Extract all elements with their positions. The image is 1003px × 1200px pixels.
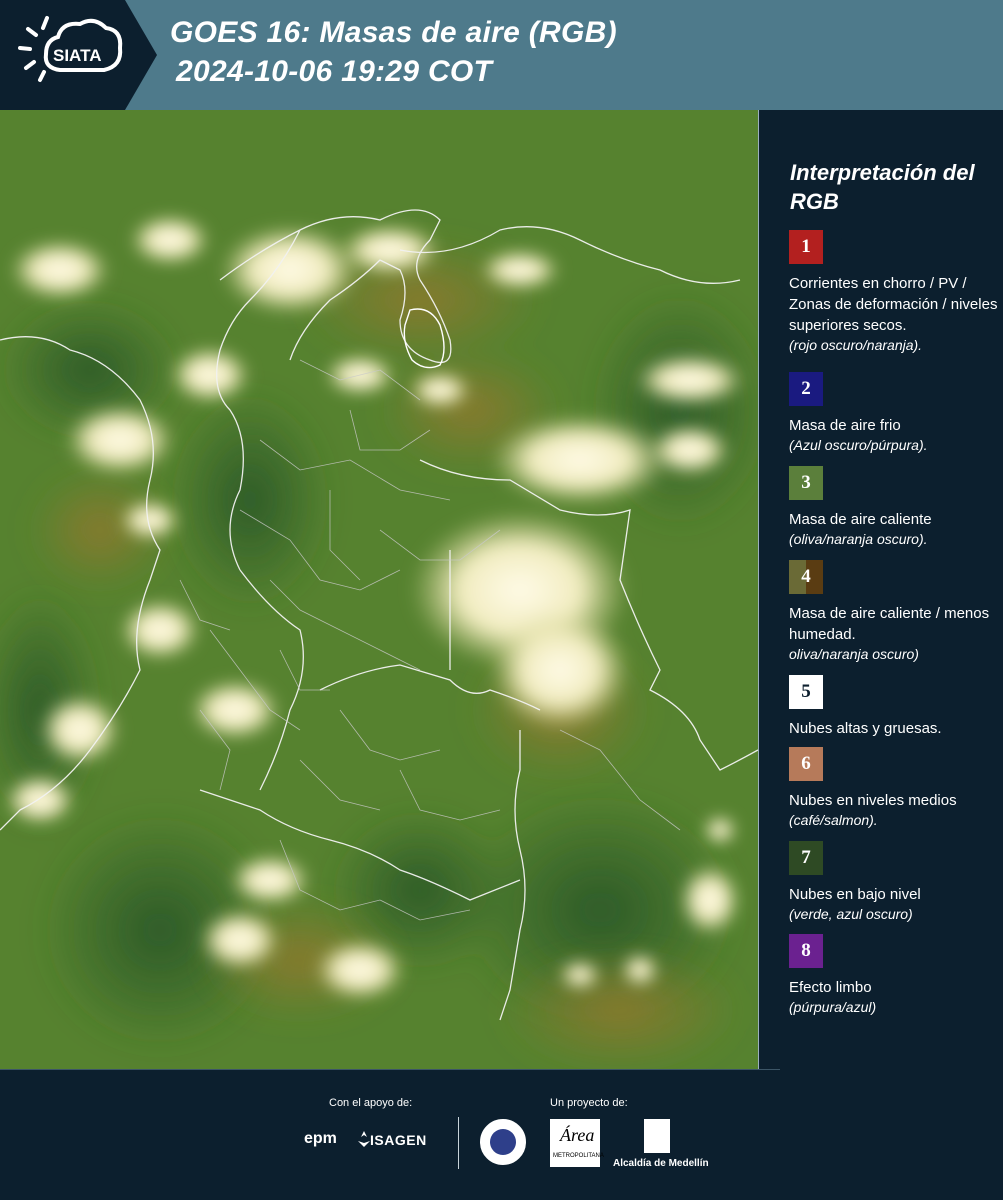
footer: Con el apoyo de: Un proyecto de: epm ISA… [0, 1069, 1003, 1200]
legend-text: Masa de aire frio [789, 417, 901, 434]
legend-text: Nubes en niveles medios [789, 792, 957, 809]
alcaldia-seal-logo [478, 1117, 528, 1167]
header: SIATA GOES 16: Masas de aire (RGB) 2024-… [0, 0, 1003, 110]
footer-divider-line [0, 1069, 780, 1070]
legend-swatch: 2 [789, 372, 823, 406]
legend-item-1: 1 Corrientes en chorro / PV / Zonas de de… [789, 230, 999, 355]
legend-text: Nubes altas y gruesas. [789, 720, 942, 737]
support-label: Con el apoyo de: [329, 1097, 413, 1109]
legend-subtext: oliva/naranja oscuro) [789, 646, 919, 662]
footer-divider [458, 1117, 459, 1169]
legend-item-2: 2 Masa de aire frio (Azul oscuro/púrpura). [789, 372, 999, 455]
legend-item-7: 7 Nubes en bajo nivel (verde, azul oscuro) [789, 841, 999, 924]
isagen-logo: ISAGEN [370, 1132, 427, 1148]
epm-logo: epm [304, 1130, 337, 1147]
legend-subtext: (púrpura/azul) [789, 999, 877, 1015]
area-metropolitana-logo: Área METROPOLITANA [550, 1119, 604, 1167]
legend-item-6: 6 Nubes en niveles medios (café/salmon). [789, 747, 999, 830]
legend-swatch: 8 [789, 934, 823, 968]
legend-subtext: (oliva/naranja oscuro). [789, 531, 928, 547]
legend-item-8: 8 Efecto limbo (púrpura/azul) [789, 934, 999, 1017]
legend-swatch: 4 [789, 560, 823, 594]
alcaldia-medellin-label: Alcaldía de Medellín [613, 1158, 709, 1169]
project-label: Un proyecto de: [550, 1097, 628, 1109]
legend-swatch: 6 [789, 747, 823, 781]
legend-item-3: 3 Masa de aire caliente (oliva/naranja osc… [789, 466, 999, 549]
legend-text: Masa de aire caliente / menos humedad. [789, 605, 990, 643]
page-title: GOES 16: Masas de aire (RGB) [170, 16, 617, 49]
satellite-image [0, 110, 758, 1069]
legend-text: Nubes en bajo nivel [789, 886, 921, 903]
legend-swatch: 3 [789, 466, 823, 500]
timestamp: 2024-10-06 19:29 COT [176, 55, 493, 88]
legend-text: Corrientes en chorro / PV / Zonas de def… [789, 275, 998, 334]
legend-item-5: 5 Nubes altas y gruesas. [789, 675, 999, 739]
legend-swatch: 5 [789, 675, 823, 709]
legend-subtext: (Azul oscuro/púrpura). [789, 437, 928, 453]
siata-logo: SIATA [0, 0, 160, 110]
legend-item-4: 4 Masa de aire caliente / menos humedad. o… [789, 560, 999, 664]
legend-swatch: 7 [789, 841, 823, 875]
medellin-crest-icon [644, 1119, 670, 1153]
legend-panel: Interpretación del RGB 1 Corrientes en ch… [758, 110, 1003, 1069]
legend-subtext: (verde, azul oscuro) [789, 906, 913, 922]
legend-text: Efecto limbo [789, 979, 872, 996]
legend-text: Masa de aire caliente [789, 511, 932, 528]
isagen-icon [358, 1131, 370, 1147]
legend-subtext: (café/salmon). [789, 812, 878, 828]
legend-swatch: 1 [789, 230, 823, 264]
logo-text: SIATA [53, 46, 101, 65]
legend-subtext: (rojo oscuro/naranja). [789, 337, 923, 353]
legend-title: Interpretación del RGB [790, 160, 975, 214]
